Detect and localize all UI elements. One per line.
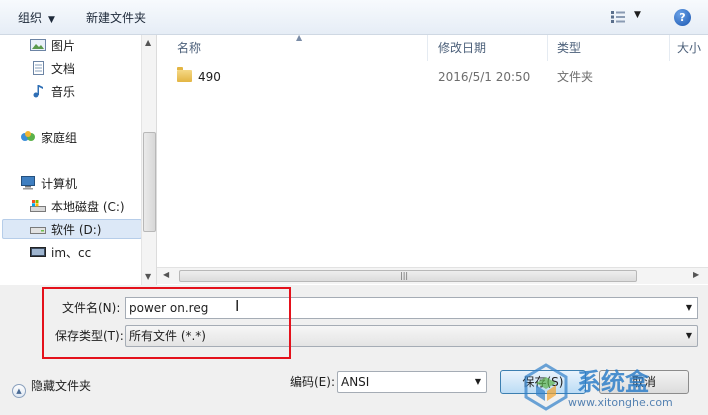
scroll-right-arrow-icon[interactable]: ▶ [693, 270, 699, 279]
watermark-logo-icon [524, 363, 568, 411]
nav-item-drive-d[interactable]: 软件 (D:) [30, 221, 101, 239]
file-list: ▲ 名称 修改日期 类型 大小 490 2016/5/1 20:50 文件夹 [157, 33, 708, 285]
nav-item-label: im、cc [51, 246, 92, 260]
scrollbar-thumb[interactable]: ||| [179, 270, 637, 282]
nav-item-music[interactable]: 音乐 [30, 83, 75, 101]
chevron-down-icon: ▼ [48, 15, 55, 25]
drive-icon [30, 247, 46, 257]
grip-icon: ||| [400, 271, 409, 280]
nav-item-label: 图片 [51, 39, 76, 53]
file-name: 490 [198, 70, 221, 84]
column-divider[interactable] [547, 35, 548, 61]
column-header-name[interactable]: 名称 [177, 40, 201, 56]
local-disk-icon [30, 200, 46, 212]
scroll-left-arrow-icon[interactable]: ◀ [163, 270, 169, 279]
nav-item-label: 计算机 [41, 177, 78, 191]
watermark-brand: 系统盒 [577, 368, 649, 396]
navigation-pane: 图片 文档 音乐 家庭组 计算机 本地磁盘 (C:) 软件 (D:) im、cc… [0, 35, 157, 285]
command-bar: 组织 ▼ 新建文件夹 ▼ ? [0, 0, 708, 35]
chevron-down-icon[interactable]: ▼ [681, 326, 697, 346]
scrollbar-thumb[interactable] [143, 132, 156, 232]
homegroup-icon [21, 131, 35, 141]
highlight-box [42, 287, 291, 359]
scroll-up-arrow-icon[interactable]: ▲ [145, 38, 151, 47]
nav-item-homegroup[interactable]: 家庭组 [20, 129, 77, 147]
chevron-down-icon[interactable]: ▼ [681, 298, 697, 318]
column-header-size[interactable]: 大小 [677, 40, 701, 56]
nav-item-documents[interactable]: 文档 [30, 60, 75, 78]
computer-icon [21, 176, 35, 190]
hide-folders-button[interactable]: ▲ 隐藏文件夹 [12, 378, 92, 398]
new-folder-button[interactable]: 新建文件夹 [86, 10, 146, 26]
sort-ascending-icon: ▲ [296, 33, 303, 42]
column-header-modified[interactable]: 修改日期 [438, 40, 486, 56]
music-icon [33, 85, 43, 98]
nav-item-local-disk-c[interactable]: 本地磁盘 (C:) [30, 198, 125, 216]
column-header-type[interactable]: 类型 [557, 40, 581, 56]
encoding-select[interactable]: ANSI ▼ [337, 371, 487, 393]
file-list-horizontal-scrollbar[interactable]: ◀ ||| ▶ [157, 267, 708, 284]
pictures-icon [30, 39, 46, 51]
nav-item-label: 文档 [51, 62, 76, 76]
nav-item-label: 软件 (D:) [51, 223, 102, 237]
organize-label: 组织 [18, 11, 43, 25]
hide-folders-label: 隐藏文件夹 [31, 379, 92, 393]
encoding-value: ANSI [341, 375, 370, 389]
nav-item-computer[interactable]: 计算机 [20, 175, 77, 193]
column-divider[interactable] [427, 35, 428, 61]
column-divider[interactable] [669, 35, 670, 61]
folder-icon [177, 67, 192, 82]
watermark: 系统盒 www.xitonghe.com [520, 360, 708, 415]
nav-item-label: 本地磁盘 (C:) [51, 200, 125, 214]
nav-item-label: 家庭组 [41, 131, 78, 145]
watermark-url: www.xitonghe.com [568, 396, 673, 409]
organize-button[interactable]: 组织 ▼ [18, 10, 55, 26]
scroll-down-arrow-icon[interactable]: ▼ [145, 272, 151, 281]
help-icon[interactable]: ? [674, 9, 691, 26]
nav-vertical-scrollbar[interactable]: ▲ ▼ [141, 35, 156, 285]
view-options-chevron-icon[interactable]: ▼ [634, 10, 641, 20]
documents-icon [33, 61, 44, 75]
drive-icon [30, 227, 46, 234]
nav-item-label: 音乐 [51, 85, 76, 99]
file-modified-cell: 2016/5/1 20:50 [438, 70, 531, 84]
chevron-up-icon: ▲ [12, 384, 26, 398]
file-name-cell[interactable]: 490 [177, 67, 221, 85]
nav-item-pictures[interactable]: 图片 [30, 37, 75, 55]
nav-item-drive-im-cc[interactable]: im、cc [30, 244, 91, 262]
chevron-down-icon[interactable]: ▼ [470, 372, 486, 392]
list-view-icon[interactable] [611, 11, 625, 23]
file-type-cell: 文件夹 [557, 70, 594, 84]
encoding-label: 编码(E): [290, 375, 335, 389]
